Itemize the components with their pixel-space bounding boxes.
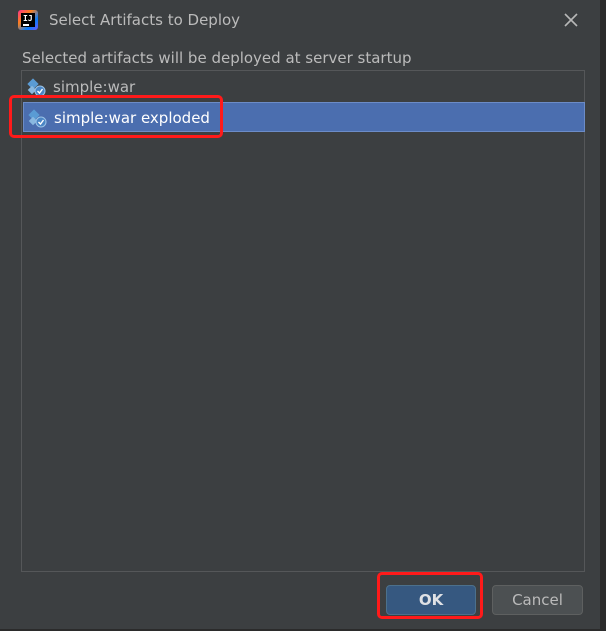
select-artifacts-dialog: IJ Select Artifacts to Deploy Selected a…	[0, 0, 601, 629]
artifact-label: simple:war exploded	[54, 109, 210, 127]
close-button[interactable]	[560, 9, 582, 31]
artifact-item-simple-war[interactable]: simple:war	[23, 72, 585, 102]
artifact-label: simple:war	[53, 78, 136, 96]
cancel-button[interactable]: Cancel	[492, 585, 583, 615]
intellij-idea-icon: IJ	[18, 10, 38, 30]
artifact-item-simple-war-exploded[interactable]: simple:war exploded	[23, 102, 585, 132]
close-icon	[564, 13, 578, 27]
dialog-titlebar: IJ Select Artifacts to Deploy	[0, 0, 601, 40]
dialog-description: Selected artifacts will be deployed at s…	[22, 49, 412, 67]
artifacts-list[interactable]: simple:war simple:war exploded	[21, 70, 585, 572]
ok-button[interactable]: OK	[386, 585, 476, 615]
artifact-icon	[27, 78, 46, 97]
dialog-title: Select Artifacts to Deploy	[49, 11, 241, 29]
artifact-icon	[28, 109, 47, 128]
